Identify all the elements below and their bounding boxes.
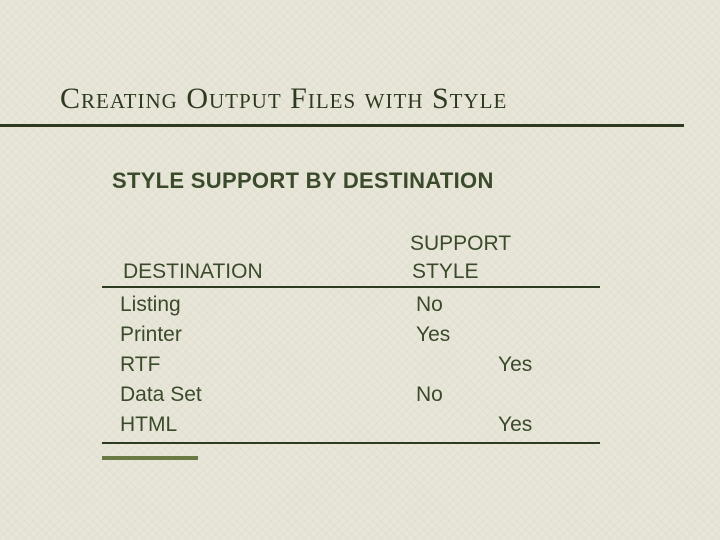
cell-support: Yes — [498, 410, 532, 440]
cell-destination: Data Set — [120, 380, 202, 410]
cell-support: Yes — [498, 350, 532, 380]
subtitle: STYLE SUPPORT BY DESTINATION — [112, 168, 494, 194]
cell-destination: RTF — [120, 350, 160, 380]
table-row: RTF Yes — [120, 350, 610, 380]
table-rule-top — [102, 286, 600, 288]
table-row: Printer Yes — [120, 320, 610, 350]
slide-title: Creating Output Files with Style — [60, 82, 680, 116]
table-rule-bottom — [102, 442, 600, 444]
col-header-style: STYLE — [412, 260, 479, 284]
cell-destination: Listing — [120, 290, 181, 320]
cell-support: No — [416, 380, 443, 410]
col-header-destination: DESTINATION — [123, 260, 263, 284]
title-underline — [0, 124, 684, 127]
accent-bar — [102, 456, 198, 460]
cell-destination: Printer — [120, 320, 182, 350]
table-row: Listing No — [120, 290, 610, 320]
table-rows: Listing No Printer Yes RTF Yes Data Set … — [120, 290, 610, 440]
cell-destination: HTML — [120, 410, 177, 440]
table-row: HTML Yes — [120, 410, 610, 440]
table-row: Data Set No — [120, 380, 610, 410]
col-header-support: SUPPORT — [410, 232, 511, 256]
cell-support: Yes — [416, 320, 450, 350]
cell-support: No — [416, 290, 443, 320]
